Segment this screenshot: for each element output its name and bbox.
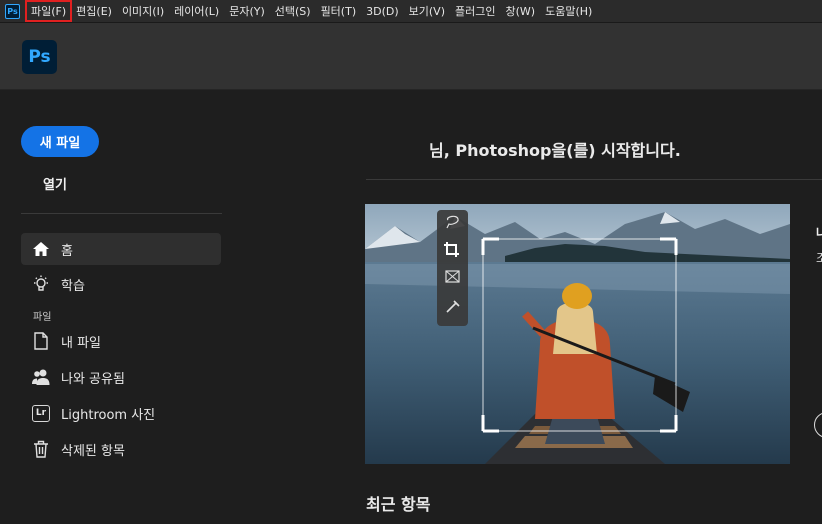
recent-items-heading: 최근 항목 [366, 495, 431, 514]
menu-select[interactable]: 선택(S) [270, 1, 316, 21]
sidebar-item-label: 나와 공유됨 [61, 371, 125, 387]
menu-layer[interactable]: 레이어(L) [169, 1, 224, 21]
menu-type[interactable]: 문자(Y) [224, 1, 270, 21]
sidebar-item-my-files[interactable]: 내 파일 [21, 325, 221, 357]
lightroom-badge: Lr [32, 404, 50, 422]
lightbulb-icon [31, 274, 51, 294]
menu-help[interactable]: 도움말(H) [540, 1, 597, 21]
menu-window[interactable]: 창(W) [500, 1, 540, 21]
hero-image[interactable] [365, 204, 790, 464]
menu-3d[interactable]: 3D(D) [361, 3, 404, 20]
menu-bar: Ps 파일(F) 편집(E) 이미지(I) 레이어(L) 문자(Y) 선택(S)… [0, 0, 822, 23]
photoshop-logo: Ps [22, 40, 57, 74]
sidebar-item-label: 내 파일 [61, 335, 102, 351]
new-file-button[interactable]: 새 파일 [21, 126, 99, 157]
lightroom-icon: Lr [31, 403, 51, 423]
home-icon [31, 239, 51, 259]
menu-file[interactable]: 파일(F) [24, 0, 73, 22]
main-divider [366, 179, 822, 180]
open-button[interactable]: 열기 [43, 174, 67, 193]
menu-image[interactable]: 이미지(I) [117, 1, 169, 21]
menu-view[interactable]: 보기(V) [404, 1, 450, 21]
sidebar-item-learn[interactable]: 학습 [21, 268, 221, 300]
welcome-heading: 님, Photoshop을(를) 시작합니다. [429, 141, 681, 160]
menu-edit[interactable]: 편집(E) [71, 1, 117, 21]
trash-icon [31, 439, 51, 459]
sidebar-item-home[interactable]: 홈 [21, 233, 221, 265]
files-section-label: 파일 [33, 312, 52, 323]
sidebar-item-label: Lightroom 사진 [61, 407, 156, 423]
hero-caption-panel: 나 조 [790, 204, 822, 464]
sidebar-item-label: 삭제된 항목 [61, 443, 125, 459]
photoshop-app-icon[interactable]: Ps [5, 3, 20, 19]
sidebar-item-label: 홈 [61, 243, 73, 259]
people-icon [31, 367, 51, 387]
sidebar-item-label: 학습 [61, 278, 85, 294]
sidebar-item-lightroom[interactable]: Lr Lightroom 사진 [21, 397, 221, 429]
home-sidebar: 새 파일 열기 홈 학습 파일 내 파일 나와 공유됨 Lr Lightroom… [0, 90, 240, 524]
app-header: Ps [0, 23, 822, 90]
document-icon [31, 331, 51, 351]
sidebar-item-deleted[interactable]: 삭제된 항목 [21, 433, 221, 465]
hero-caption-title: 나 [816, 226, 822, 240]
menu-plugins[interactable]: 플러그인 [450, 1, 500, 21]
hero-caption-text: 조 [816, 251, 822, 265]
sidebar-divider [21, 213, 222, 214]
next-arrow-button[interactable] [814, 412, 822, 438]
sidebar-item-shared[interactable]: 나와 공유됨 [21, 361, 221, 393]
menu-filter[interactable]: 필터(T) [316, 1, 362, 21]
